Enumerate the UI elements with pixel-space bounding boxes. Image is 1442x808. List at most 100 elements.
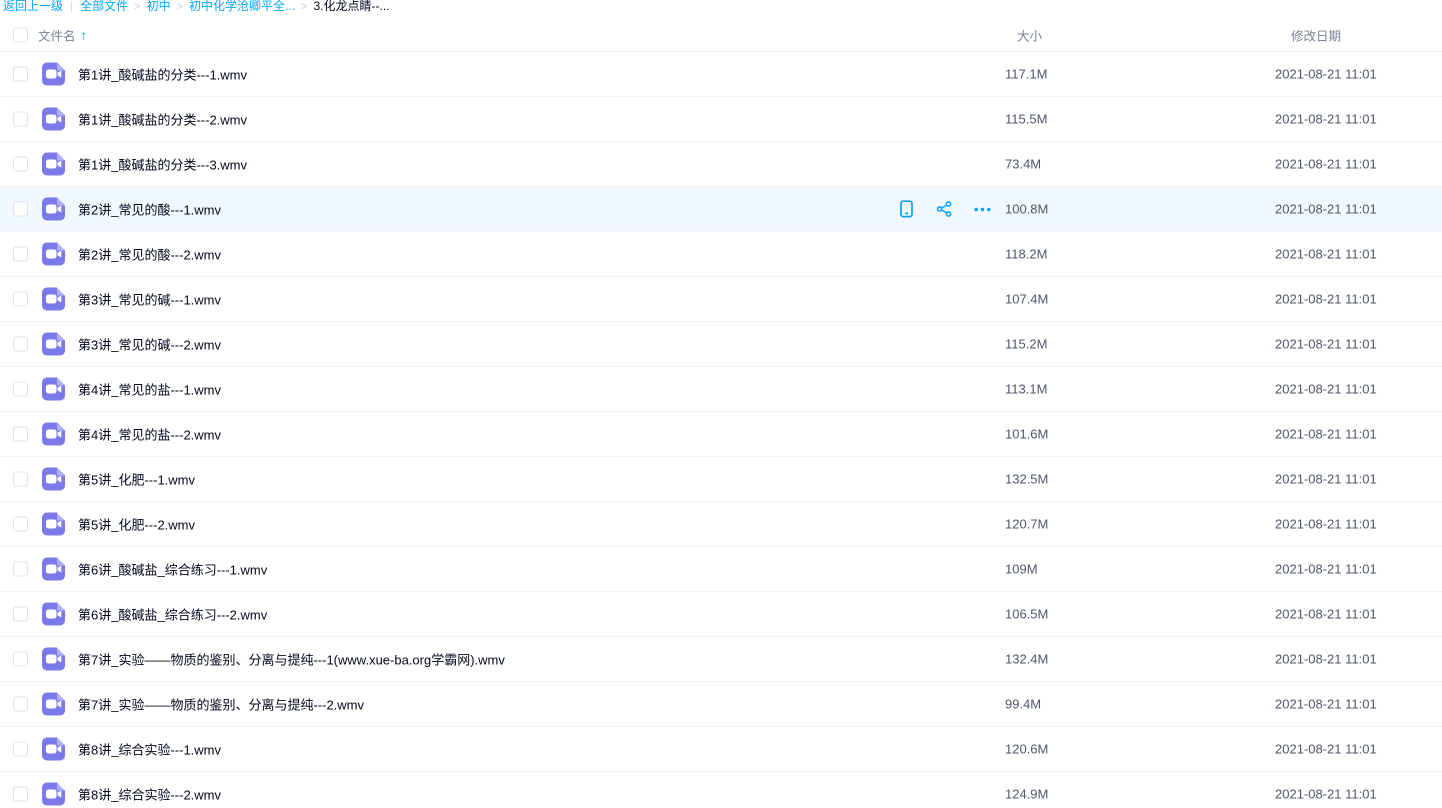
file-size: 99.4M — [1005, 697, 1041, 712]
row-checkbox[interactable] — [13, 67, 28, 82]
file-name[interactable]: 第2讲_常见的酸---1.wmv — [78, 200, 221, 219]
file-row[interactable]: 第7讲_实验——物质的鉴别、分离与提纯---2.wmv — [0, 682, 1442, 727]
file-size: 120.7M — [1005, 517, 1048, 532]
video-file-icon — [42, 783, 65, 806]
file-row[interactable]: 第4讲_常见的盐---1.wmv — [0, 367, 1442, 412]
row-checkbox[interactable] — [13, 112, 28, 127]
file-name[interactable]: 第1讲_酸碱盐的分类---2.wmv — [78, 110, 247, 129]
file-size: 109M — [1005, 562, 1038, 577]
video-file-icon — [42, 243, 65, 266]
file-row[interactable]: 第2讲_常见的酸---2.wmv — [0, 232, 1442, 277]
file-name[interactable]: 第4讲_常见的盐---2.wmv — [78, 425, 221, 444]
row-checkbox[interactable] — [13, 562, 28, 577]
row-checkbox[interactable] — [13, 427, 28, 442]
row-checkbox[interactable] — [13, 202, 28, 217]
file-name[interactable]: 第8讲_综合实验---2.wmv — [78, 785, 221, 804]
select-all-checkbox[interactable] — [13, 27, 28, 42]
video-file-icon — [42, 333, 65, 356]
column-header-date[interactable]: 修改日期 — [1291, 25, 1341, 44]
file-modified-date: 2021-08-21 11:01 — [1275, 337, 1377, 352]
file-modified-date: 2021-08-21 11:01 — [1275, 427, 1377, 442]
video-file-icon — [42, 603, 65, 626]
file-name[interactable]: 第7讲_实验——物质的鉴别、分离与提纯---2.wmv — [78, 695, 364, 714]
file-name[interactable]: 第1讲_酸碱盐的分类---1.wmv — [78, 65, 247, 84]
file-size: 120.6M — [1005, 742, 1048, 757]
file-row[interactable]: 第4讲_常见的盐---2.wmv — [0, 412, 1442, 457]
row-checkbox[interactable] — [13, 787, 28, 802]
file-modified-date: 2021-08-21 11:01 — [1275, 517, 1377, 532]
row-checkbox[interactable] — [13, 247, 28, 262]
file-name[interactable]: 第5讲_化肥---1.wmv — [78, 470, 195, 489]
breadcrumb-link[interactable]: 全部文件 — [80, 0, 128, 13]
sort-ascending-icon[interactable]: ↑ — [81, 28, 88, 41]
file-size: 132.4M — [1005, 652, 1048, 667]
file-row[interactable]: 第6讲_酸碱盐_综合练习---1.wmv — [0, 547, 1442, 592]
file-name[interactable]: 第2讲_常见的酸---2.wmv — [78, 245, 221, 264]
breadcrumb: 返回上一级 | 全部文件>初中>初中化学沧卿平全...>3.化龙点睛--... — [0, 0, 1442, 13]
file-row[interactable]: 第3讲_常见的碱---1.wmv — [0, 277, 1442, 322]
file-size: 132.5M — [1005, 472, 1048, 487]
file-row[interactable]: 第3讲_常见的碱---2.wmv — [0, 322, 1442, 367]
file-row[interactable]: 第7讲_实验——物质的鉴别、分离与提纯---1(www.xue-ba.org学霸… — [0, 637, 1442, 682]
video-file-icon — [42, 63, 65, 86]
video-file-icon — [42, 153, 65, 176]
file-name[interactable]: 第6讲_酸碱盐_综合练习---2.wmv — [78, 605, 267, 624]
row-checkbox[interactable] — [13, 607, 28, 622]
video-file-icon — [42, 513, 65, 536]
mobile-preview-icon[interactable] — [896, 199, 916, 219]
file-size: 100.8M — [1005, 202, 1048, 217]
row-checkbox[interactable] — [13, 517, 28, 532]
file-modified-date: 2021-08-21 11:01 — [1275, 652, 1377, 667]
breadcrumb-link[interactable]: 初中 — [147, 0, 171, 13]
file-size: 118.2M — [1005, 247, 1047, 262]
video-file-icon — [42, 198, 65, 221]
file-row[interactable]: 第6讲_酸碱盐_综合练习---2.wmv — [0, 592, 1442, 637]
file-name[interactable]: 第4讲_常见的盐---1.wmv — [78, 380, 221, 399]
row-checkbox[interactable] — [13, 652, 28, 667]
row-checkbox[interactable] — [13, 337, 28, 352]
breadcrumb-separator: > — [301, 1, 307, 13]
file-name[interactable]: 第5讲_化肥---2.wmv — [78, 515, 195, 534]
file-row[interactable]: 第8讲_综合实验---1.wmv — [0, 727, 1442, 772]
file-row[interactable]: 第5讲_化肥---2.wmv — [0, 502, 1442, 547]
column-header-size[interactable]: 大小 — [1017, 25, 1042, 44]
file-modified-date: 2021-08-21 11:01 — [1275, 112, 1377, 127]
breadcrumb-pipe-separator: | — [70, 0, 73, 13]
row-checkbox[interactable] — [13, 292, 28, 307]
file-row[interactable]: 第2讲_常见的酸---1.wmv — [0, 187, 1442, 232]
file-row[interactable]: 第1讲_酸碱盐的分类---1.wmv — [0, 52, 1442, 97]
file-row[interactable]: 第5讲_化肥---1.wmv — [0, 457, 1442, 502]
row-checkbox[interactable] — [13, 382, 28, 397]
breadcrumb-items: 全部文件>初中>初中化学沧卿平全...>3.化龙点睛--... — [80, 0, 389, 14]
file-name[interactable]: 第3讲_常见的碱---2.wmv — [78, 335, 221, 354]
row-checkbox[interactable] — [13, 742, 28, 757]
video-file-icon — [42, 693, 65, 716]
video-file-icon — [42, 558, 65, 581]
breadcrumb-back-link[interactable]: 返回上一级 — [3, 0, 63, 14]
video-file-icon — [42, 423, 65, 446]
file-size: 107.4M — [1005, 292, 1048, 307]
file-row[interactable]: 第1讲_酸碱盐的分类---3.wmv — [0, 142, 1442, 187]
column-header-filename[interactable]: 文件名 ↑ — [38, 25, 87, 44]
share-icon[interactable] — [934, 199, 954, 219]
row-checkbox[interactable] — [13, 472, 28, 487]
more-actions-icon[interactable] — [972, 199, 992, 219]
file-modified-date: 2021-08-21 11:01 — [1275, 292, 1377, 307]
file-row[interactable]: 第1讲_酸碱盐的分类---2.wmv — [0, 97, 1442, 142]
file-name[interactable]: 第1讲_酸碱盐的分类---3.wmv — [78, 155, 247, 174]
file-name[interactable]: 第3讲_常见的碱---1.wmv — [78, 290, 221, 309]
file-modified-date: 2021-08-21 11:01 — [1275, 697, 1377, 712]
row-checkbox[interactable] — [13, 157, 28, 172]
file-name[interactable]: 第8讲_综合实验---1.wmv — [78, 740, 221, 759]
file-name[interactable]: 第7讲_实验——物质的鉴别、分离与提纯---1(www.xue-ba.org学霸… — [78, 650, 505, 669]
file-row[interactable]: 第8讲_综合实验---2.wmv — [0, 772, 1442, 808]
file-size: 101.6M — [1005, 427, 1048, 442]
file-modified-date: 2021-08-21 11:01 — [1275, 472, 1377, 487]
file-size: 117.1M — [1005, 67, 1047, 82]
breadcrumb-link[interactable]: 初中化学沧卿平全... — [189, 0, 295, 13]
file-name[interactable]: 第6讲_酸碱盐_综合练习---1.wmv — [78, 560, 267, 579]
row-checkbox[interactable] — [13, 697, 28, 712]
breadcrumb-current: 3.化龙点睛--... — [314, 0, 390, 13]
breadcrumb-separator: > — [177, 1, 183, 13]
video-file-icon — [42, 738, 65, 761]
